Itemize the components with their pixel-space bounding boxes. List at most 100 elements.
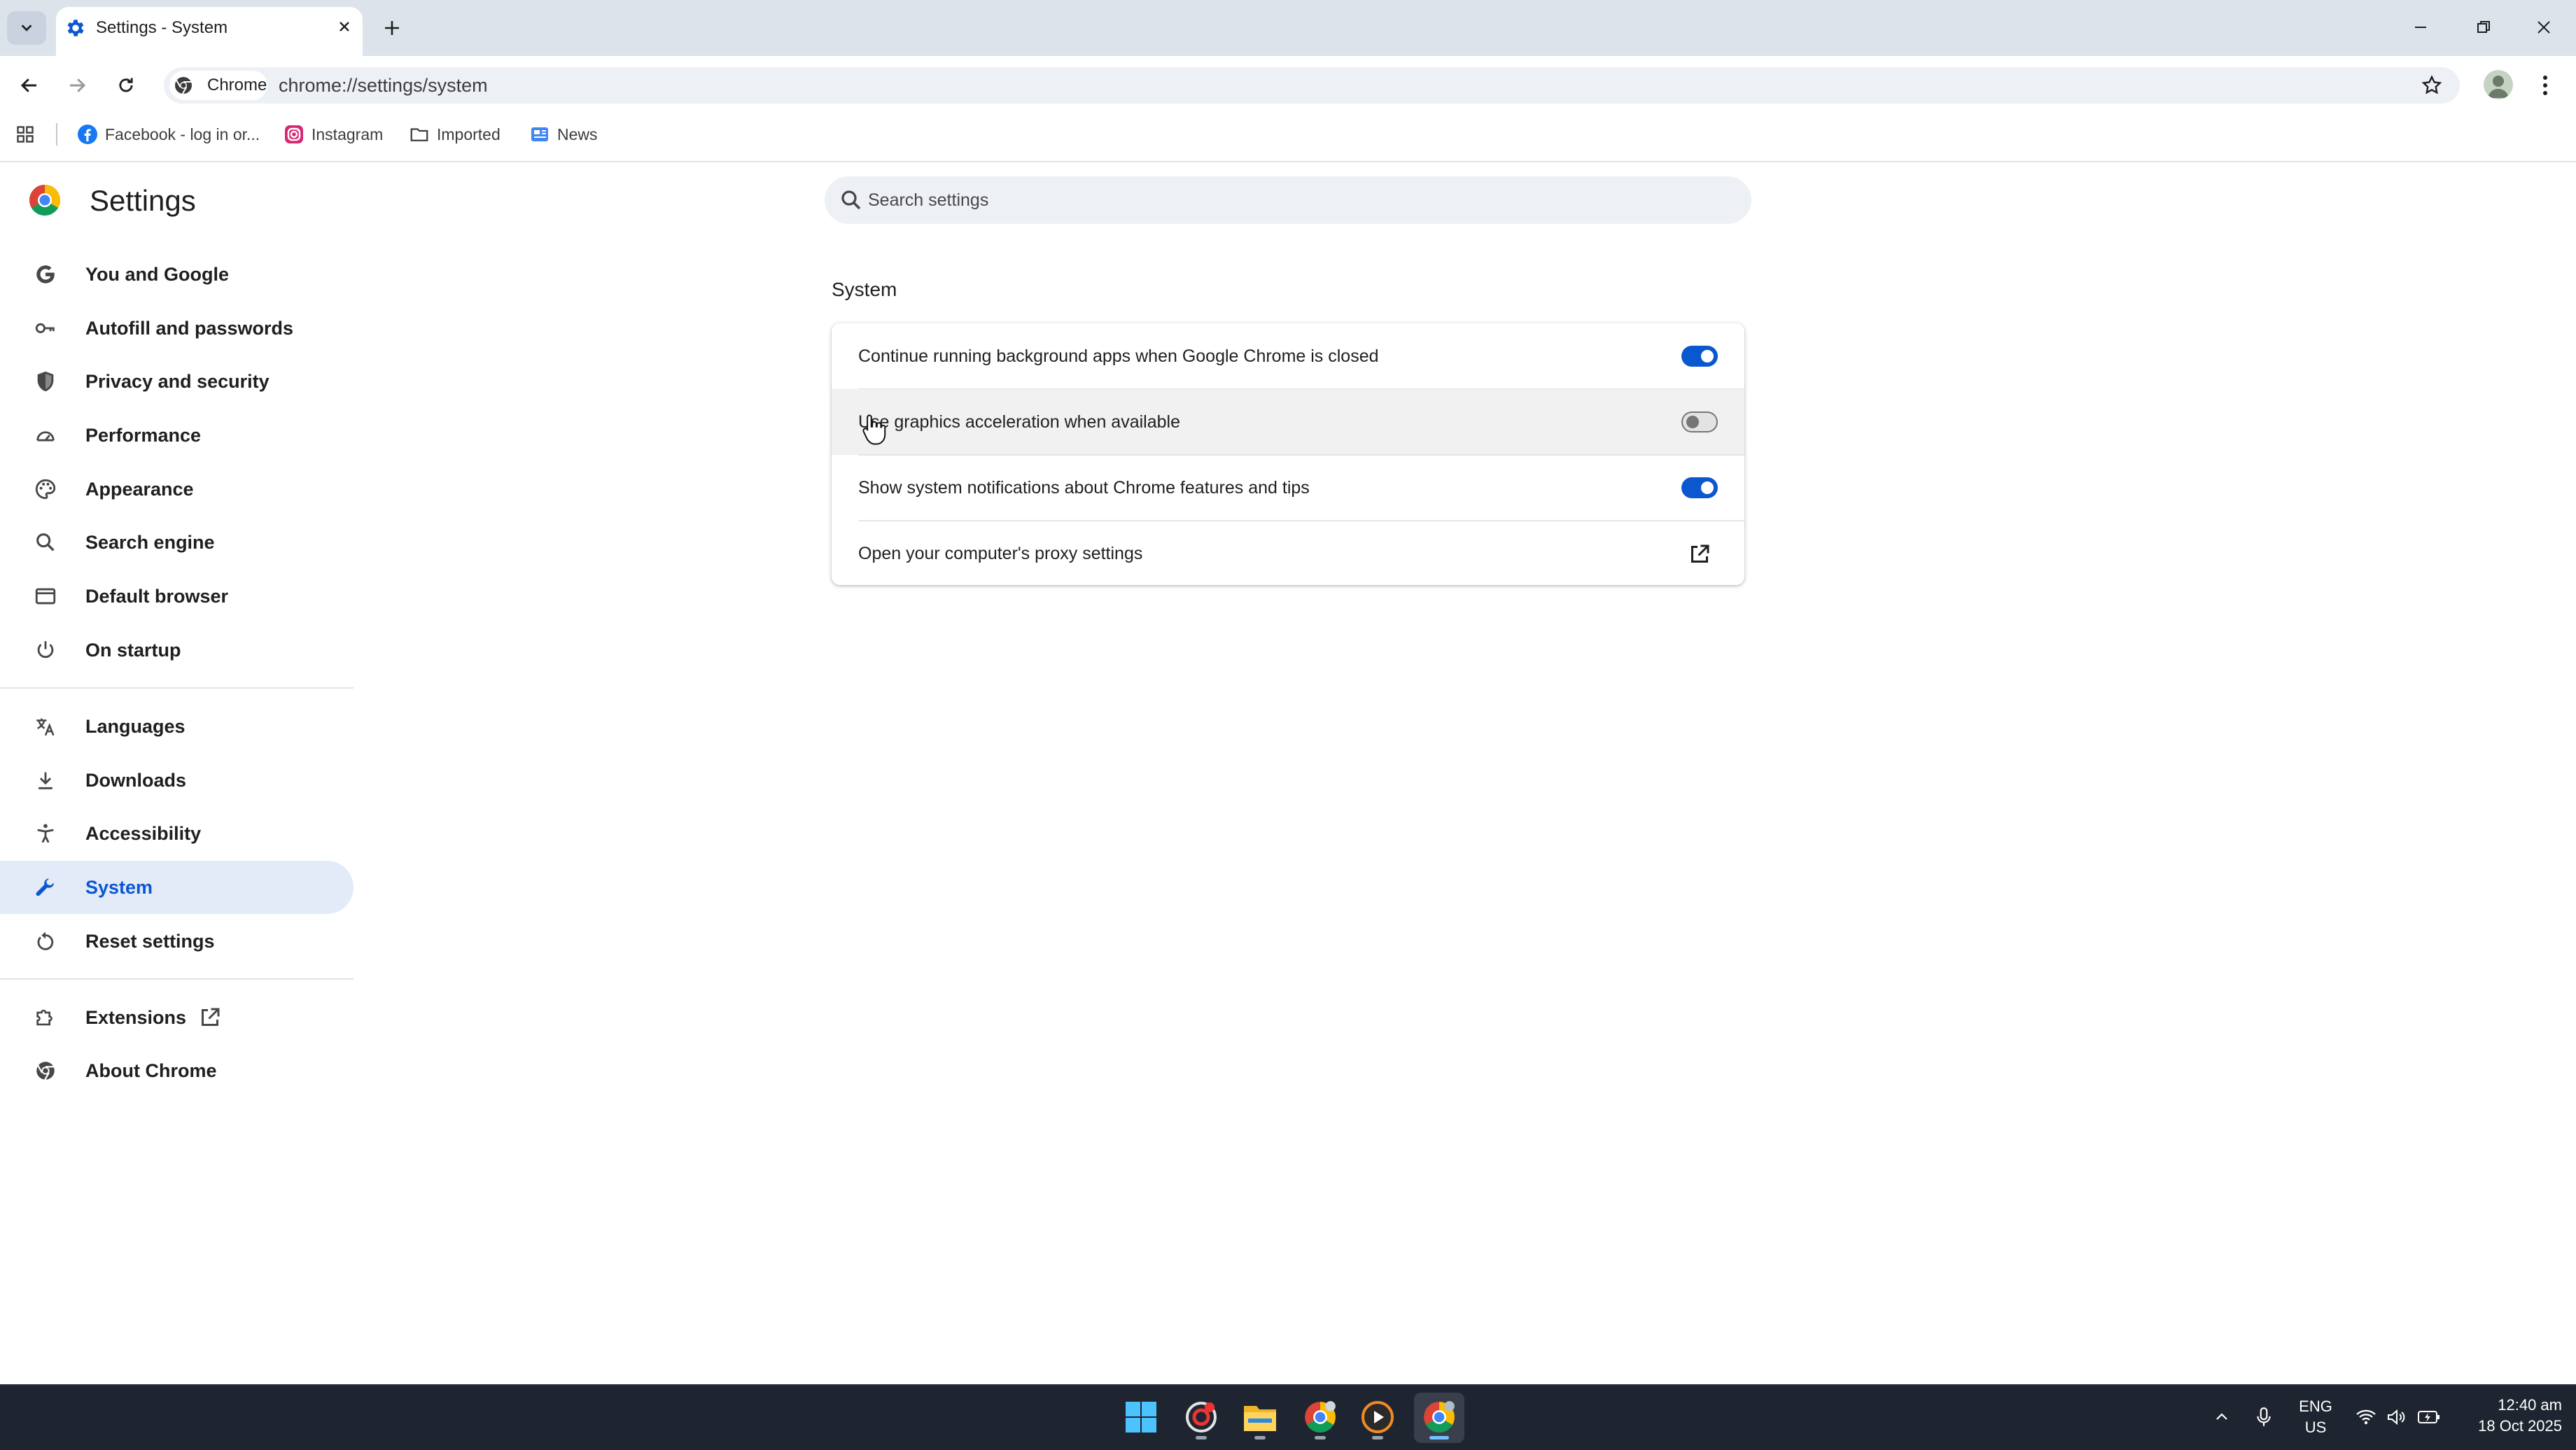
sidebar-item-reset[interactable]: Reset settings bbox=[0, 915, 354, 968]
setting-label: Continue running background apps when Go… bbox=[858, 346, 1379, 366]
forward-button[interactable] bbox=[60, 69, 94, 102]
microphone-button[interactable] bbox=[2251, 1405, 2276, 1430]
running-indicator bbox=[1254, 1436, 1266, 1440]
setting-row-graphics-acceleration[interactable]: Use graphics acceleration when available bbox=[832, 389, 1744, 455]
sidebar-item-on-startup[interactable]: On startup bbox=[0, 624, 354, 677]
address-bar[interactable] bbox=[164, 67, 2460, 104]
toggle-knob bbox=[1686, 416, 1699, 428]
sidebar-item-label: Default browser bbox=[85, 586, 229, 607]
sidebar-item-languages[interactable]: Languages bbox=[0, 700, 354, 753]
browser-menu-button[interactable] bbox=[2533, 69, 2558, 102]
volume-status[interactable] bbox=[2384, 1405, 2409, 1430]
sidebar-item-label: Languages bbox=[85, 716, 186, 737]
arrow-right-icon bbox=[70, 78, 86, 92]
wifi-status[interactable] bbox=[2353, 1405, 2379, 1430]
tab-search-button[interactable] bbox=[7, 11, 46, 45]
section-title: System bbox=[832, 279, 897, 300]
chevron-up-icon bbox=[2216, 1413, 2227, 1420]
bookmark-instagram[interactable]: Instagram bbox=[284, 120, 383, 148]
sidebar-item-system[interactable]: System bbox=[0, 861, 354, 914]
running-indicator bbox=[1315, 1436, 1326, 1440]
taskbar-app-opera[interactable] bbox=[1180, 1396, 1222, 1438]
sidebar-item-about-chrome[interactable]: About Chrome bbox=[0, 1044, 354, 1097]
keyboard-layout-indicator[interactable]: US bbox=[2299, 1418, 2332, 1437]
windows-logo-icon bbox=[1126, 1402, 1156, 1433]
key-icon bbox=[32, 315, 59, 342]
new-tab-button[interactable] bbox=[377, 13, 407, 43]
taskbar-app-chrome-profile[interactable] bbox=[1299, 1396, 1341, 1438]
restore-icon bbox=[2477, 21, 2490, 33]
sidebar-item-label: Extensions bbox=[85, 1007, 187, 1028]
sidebar-item-appearance[interactable]: Appearance bbox=[0, 463, 354, 516]
wifi-icon bbox=[2356, 1409, 2376, 1425]
bookmark-label: Imported bbox=[437, 125, 500, 143]
bookmarks-separator bbox=[56, 123, 57, 146]
search-placeholder: Search settings bbox=[868, 190, 989, 210]
sidebar-item-label: Autofill and passwords bbox=[85, 318, 294, 339]
close-window-button[interactable] bbox=[2523, 10, 2565, 45]
sidebar-item-autofill[interactable]: Autofill and passwords bbox=[0, 302, 354, 355]
clock-date[interactable]: 18 Oct 2025 bbox=[2457, 1416, 2562, 1436]
background-apps-toggle[interactable] bbox=[1681, 346, 1718, 367]
speedometer-icon bbox=[32, 422, 59, 449]
running-indicator bbox=[1196, 1436, 1207, 1440]
bookmark-label: Instagram bbox=[312, 125, 384, 143]
sidebar-item-label: You and Google bbox=[85, 264, 229, 285]
reset-icon bbox=[32, 928, 59, 955]
sidebar-item-you-and-google[interactable]: You and Google bbox=[0, 248, 354, 301]
sidebar-item-extensions[interactable]: Extensions bbox=[0, 991, 354, 1044]
gear-icon bbox=[67, 20, 84, 36]
bookmark-facebook[interactable]: Facebook - log in or... bbox=[77, 120, 260, 148]
profile-avatar[interactable] bbox=[2484, 70, 2513, 99]
power-icon bbox=[32, 637, 59, 663]
taskbar-app-file-explorer[interactable] bbox=[1239, 1396, 1281, 1438]
bookmark-folder-imported[interactable]: Imported bbox=[409, 120, 500, 148]
bookmarks-bar bbox=[0, 113, 2576, 162]
running-indicator bbox=[1372, 1436, 1383, 1440]
clock-time[interactable]: 12:40 am bbox=[2457, 1395, 2562, 1415]
setting-row-background-apps[interactable]: Continue running background apps when Go… bbox=[832, 323, 1744, 389]
sidebar-item-default-browser[interactable]: Default browser bbox=[0, 570, 354, 623]
sidebar-divider bbox=[0, 978, 354, 980]
sidebar-item-search-engine[interactable]: Search engine bbox=[0, 516, 354, 569]
running-indicator bbox=[1429, 1436, 1449, 1440]
play-icon bbox=[1362, 1401, 1394, 1433]
taskbar-app-media-player[interactable] bbox=[1357, 1396, 1399, 1438]
sidebar-item-label: Appearance bbox=[85, 479, 194, 500]
taskbar bbox=[0, 1384, 2576, 1450]
wrench-icon bbox=[32, 874, 59, 901]
sidebar-item-label: Search engine bbox=[85, 532, 215, 553]
bookmark-news[interactable]: News bbox=[529, 120, 598, 148]
graphics-acceleration-toggle[interactable] bbox=[1681, 411, 1718, 432]
sidebar-item-downloads[interactable]: Downloads bbox=[0, 754, 354, 807]
sidebar-item-privacy[interactable]: Privacy and security bbox=[0, 355, 354, 408]
setting-label: Show system notifications about Chrome f… bbox=[858, 478, 1310, 498]
sidebar-item-performance[interactable]: Performance bbox=[0, 409, 354, 462]
restore-button[interactable] bbox=[2463, 10, 2505, 45]
setting-label: Open your computer's proxy settings bbox=[858, 544, 1143, 563]
setting-row-proxy-settings[interactable]: Open your computer's proxy settings bbox=[832, 521, 1744, 585]
bookmark-star-button[interactable] bbox=[2415, 69, 2449, 102]
sidebar-item-accessibility[interactable]: Accessibility bbox=[0, 807, 354, 860]
reload-button[interactable] bbox=[109, 69, 143, 102]
app-badge-icon bbox=[1186, 1402, 1217, 1433]
sidebar-item-label: Reset settings bbox=[85, 931, 215, 952]
battery-status[interactable] bbox=[2416, 1405, 2442, 1430]
start-button[interactable] bbox=[1120, 1396, 1162, 1438]
show-hidden-icons-button[interactable] bbox=[2209, 1405, 2234, 1430]
minimize-button[interactable] bbox=[2400, 10, 2442, 45]
tab-close-button[interactable] bbox=[332, 14, 357, 39]
open-in-new-icon[interactable] bbox=[1687, 542, 1712, 567]
browser-window-icon bbox=[32, 583, 59, 610]
url-text[interactable]: chrome://settings/system bbox=[279, 73, 488, 98]
language-indicator[interactable]: ENG bbox=[2299, 1397, 2332, 1416]
system-notifications-toggle[interactable] bbox=[1681, 477, 1718, 498]
arrow-left-icon bbox=[20, 78, 36, 92]
sidebar-item-label: Privacy and security bbox=[85, 371, 270, 392]
back-button[interactable] bbox=[13, 69, 46, 102]
setting-row-system-notifications[interactable]: Show system notifications about Chrome f… bbox=[832, 455, 1744, 521]
taskbar-app-chrome-active[interactable] bbox=[1418, 1396, 1460, 1438]
palette-icon bbox=[32, 476, 59, 502]
apps-button[interactable] bbox=[15, 120, 42, 148]
sidebar-divider bbox=[0, 687, 354, 689]
